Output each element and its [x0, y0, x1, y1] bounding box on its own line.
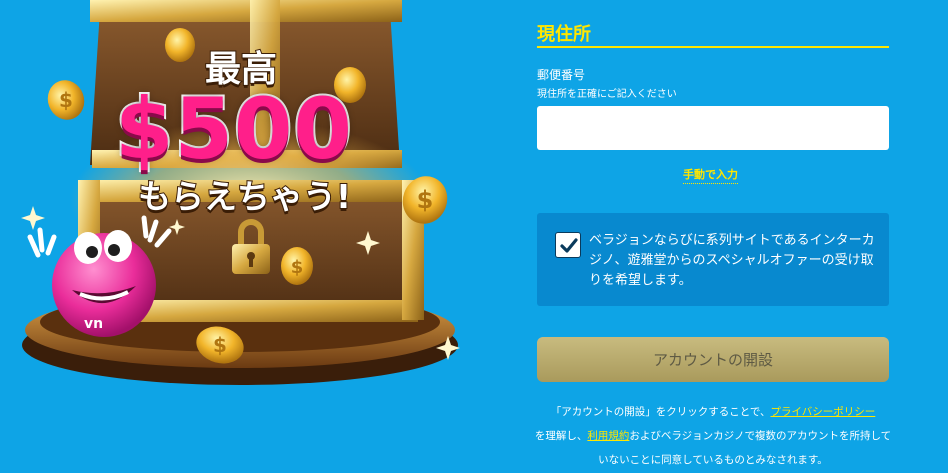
legal-notice: 「アカウントの開設」をクリックすることで、プライバシーポリシーを理解し、利用規約… [531, 400, 895, 472]
terms-link[interactable]: 利用規約 [587, 430, 629, 442]
svg-text:$: $ [417, 186, 434, 214]
checkmark-icon [560, 238, 578, 253]
svg-text:vn: vn [84, 316, 103, 332]
promo-amount: $500 [113, 78, 354, 180]
section-divider [537, 46, 889, 48]
legal-text-1: 「アカウントの開設」をクリックすることで、 [550, 406, 771, 418]
privacy-policy-link[interactable]: プライバシーポリシー [770, 406, 875, 418]
marketing-consent-checkbox[interactable] [555, 232, 581, 258]
svg-text:$: $ [59, 88, 73, 112]
promo-banner: $ $ $ $ vn 最高 $500 もらえちゃう! [0, 0, 480, 473]
open-account-button[interactable]: アカウントの開設 [537, 337, 889, 382]
legal-text-2: を理解し、 [534, 430, 588, 442]
address-form: 現住所 郵便番号 現住所を正確にご記入ください 手動で入力 ベラジョンならびに系… [535, 0, 891, 473]
marketing-consent-panel: ベラジョンならびに系列サイトであるインターカジノ、遊雅堂からのスペシャルオファー… [537, 213, 889, 306]
postal-code-input[interactable] [537, 106, 889, 150]
svg-text:$: $ [213, 333, 227, 357]
postal-code-hint: 現住所を正確にご記入ください [537, 89, 677, 100]
section-title: 現住所 [537, 24, 591, 45]
postal-code-label: 郵便番号 [537, 68, 586, 82]
marketing-consent-text: ベラジョンならびに系列サイトであるインターカジノ、遊雅堂からのスペシャルオファー… [589, 233, 875, 288]
promo-suffix: もらえちゃう! [137, 176, 352, 217]
manual-entry-link[interactable]: 手動で入力 [683, 166, 738, 184]
legal-text-3: およびベラジョンカジノで複数のアカウントを所持していないことに同意しているものと… [598, 430, 892, 466]
svg-text:$: $ [291, 257, 304, 278]
